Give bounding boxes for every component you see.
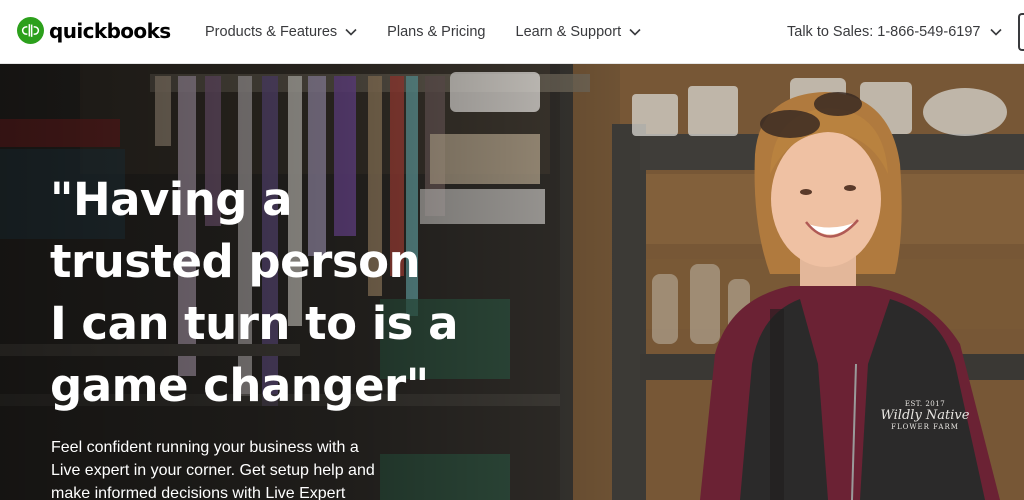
chevron-down-icon xyxy=(345,28,357,36)
nav-plans-pricing[interactable]: Plans & Pricing xyxy=(387,24,485,40)
hero-quote-line: game changer" xyxy=(50,359,429,412)
nav-products-features[interactable]: Products & Features xyxy=(205,24,357,40)
nav-products-features-label: Products & Features xyxy=(205,24,338,40)
main-nav: Products & Features Plans & Pricing Lear… xyxy=(205,0,671,64)
talk-to-sales-dropdown[interactable]: Talk to Sales: 1-866-549-6197 xyxy=(787,0,1003,64)
nav-learn-support[interactable]: Learn & Support xyxy=(516,24,642,40)
hero-section: EST. 2017 Wildly Native FLOWER FARM "Hav… xyxy=(0,64,1024,500)
chevron-down-icon xyxy=(990,28,1003,36)
hero-description: Feel confident running your business wit… xyxy=(51,436,411,500)
hero-quote: "Having a trusted person I can turn to i… xyxy=(50,169,490,417)
hero-quote-line: I can turn to is a xyxy=(50,297,458,350)
header-action-button[interactable] xyxy=(1018,13,1024,51)
logo-wordmark: quickbooks xyxy=(49,18,171,43)
vest-logo: EST. 2017 Wildly Native FLOWER FARM xyxy=(880,400,970,431)
chevron-down-icon xyxy=(629,28,641,36)
site-header: quickbooks Products & Features Plans & P… xyxy=(0,0,1024,64)
hero-quote-line: "Having a xyxy=(50,173,293,226)
nav-learn-support-label: Learn & Support xyxy=(515,24,622,40)
hero-description-line: make informed decisions with Live Expert xyxy=(51,485,346,500)
quickbooks-logo[interactable]: quickbooks xyxy=(17,17,171,44)
nav-plans-pricing-label: Plans & Pricing xyxy=(387,24,486,40)
talk-to-sales-label: Talk to Sales: 1-866-549-6197 xyxy=(787,24,981,40)
hero-quote-line: trusted person xyxy=(50,235,421,288)
quickbooks-logo-icon xyxy=(17,17,44,44)
hero-description-line: Live expert in your corner. Get setup he… xyxy=(51,462,375,479)
hero-description-line: Feel confident running your business wit… xyxy=(51,439,359,456)
